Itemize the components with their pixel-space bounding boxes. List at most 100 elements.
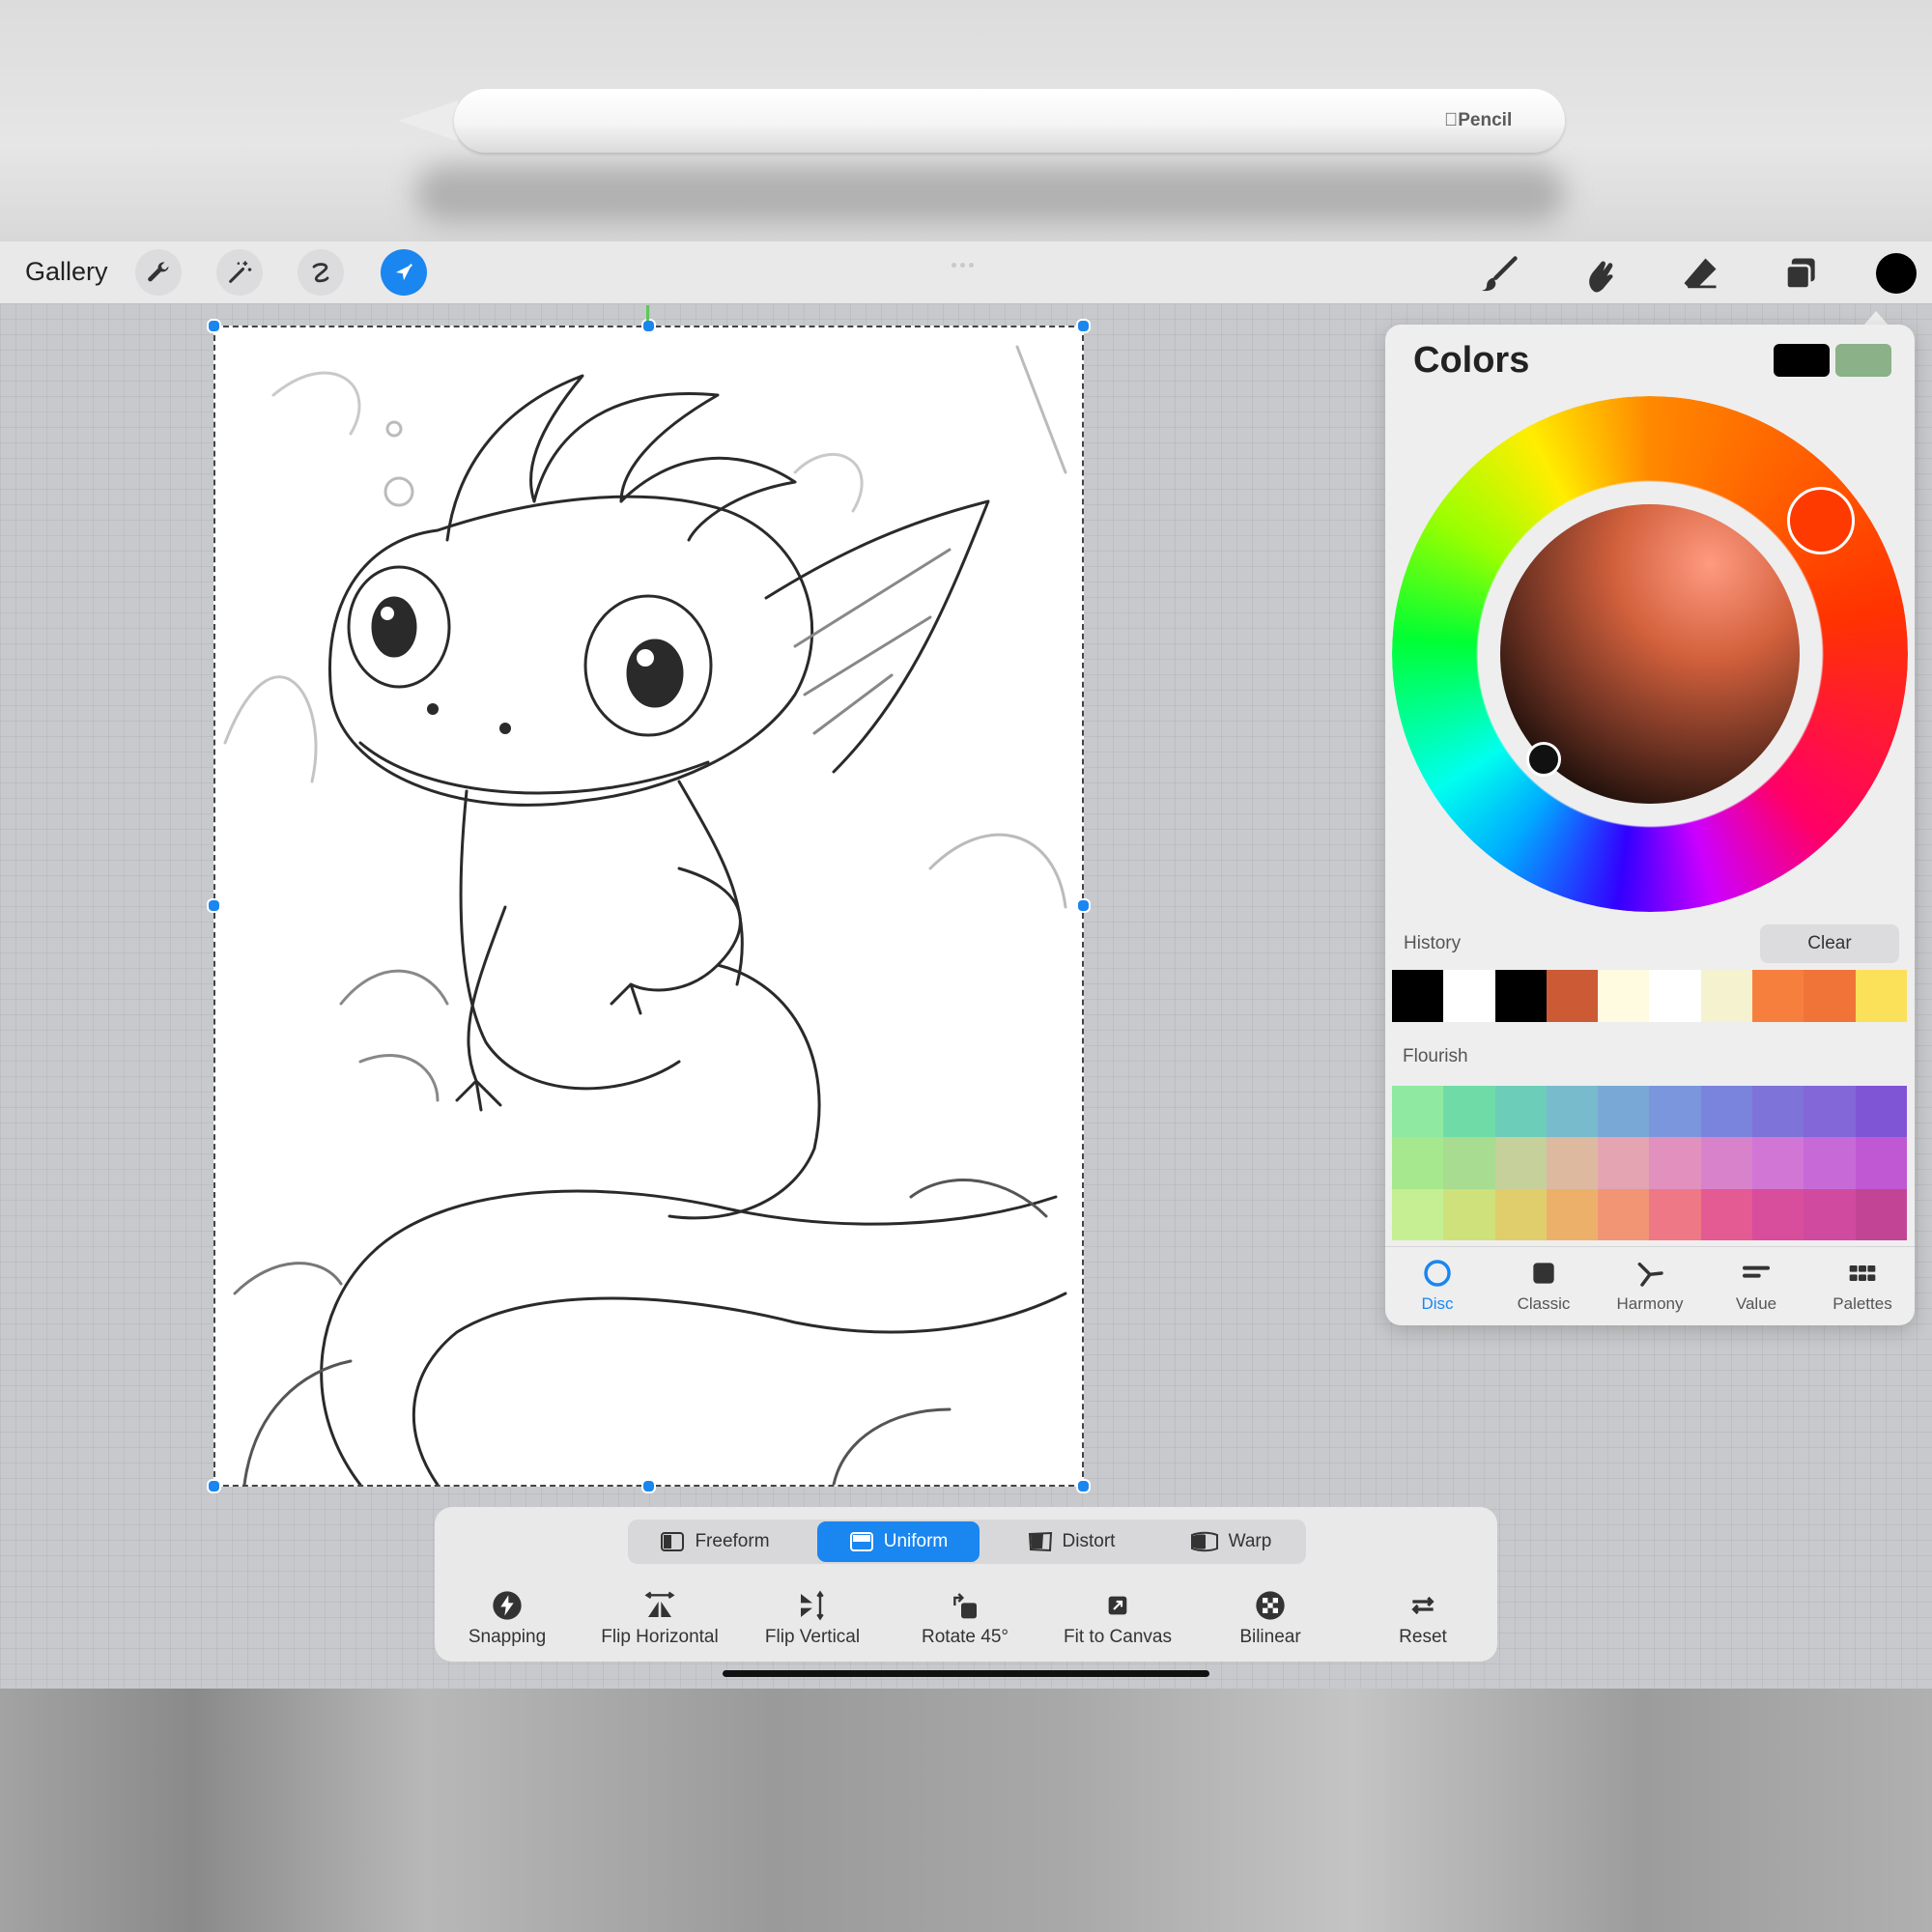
- palette-swatch[interactable]: [1392, 1188, 1444, 1240]
- palette-swatch[interactable]: [1546, 1137, 1599, 1189]
- bilinear-button[interactable]: Bilinear: [1198, 1590, 1343, 1648]
- palette-swatch[interactable]: [1752, 1086, 1804, 1138]
- handle-top-left[interactable]: [207, 319, 221, 333]
- palette-swatch[interactable]: [1546, 1188, 1599, 1240]
- handle-bottom-left[interactable]: [207, 1479, 221, 1493]
- flip-vertical-button[interactable]: Flip Vertical: [740, 1590, 885, 1648]
- reset-label: Reset: [1399, 1627, 1447, 1647]
- palette-swatch[interactable]: [1804, 1188, 1856, 1240]
- palette-swatch[interactable]: [1494, 1188, 1547, 1240]
- palette-swatch[interactable]: [1598, 1137, 1650, 1189]
- history-swatch[interactable]: [1649, 970, 1701, 1022]
- primary-color-swatch[interactable]: [1774, 344, 1830, 377]
- distort-icon: [1028, 1531, 1052, 1552]
- palette-swatch[interactable]: [1443, 1137, 1495, 1189]
- toolbar-grabber[interactable]: [952, 255, 980, 268]
- tab-classic[interactable]: Classic: [1495, 1258, 1592, 1314]
- history-swatch[interactable]: [1392, 970, 1444, 1022]
- history-swatch[interactable]: [1546, 970, 1599, 1022]
- palette-swatch[interactable]: [1649, 1137, 1701, 1189]
- secondary-color-swatch[interactable]: [1835, 344, 1891, 377]
- tab-harmony-label: Harmony: [1616, 1294, 1684, 1313]
- palette-swatch[interactable]: [1649, 1188, 1701, 1240]
- tab-uniform-label: Uniform: [883, 1531, 949, 1551]
- wrench-icon: [148, 262, 169, 282]
- palette-swatch[interactable]: [1598, 1188, 1650, 1240]
- palette-swatch[interactable]: [1649, 1086, 1701, 1138]
- tab-classic-label: Classic: [1517, 1294, 1571, 1313]
- handle-top-right[interactable]: [1076, 319, 1091, 333]
- flip-vertical-label: Flip Vertical: [764, 1627, 861, 1647]
- palette-swatch[interactable]: [1855, 1188, 1907, 1240]
- palette-swatch[interactable]: [1804, 1137, 1856, 1189]
- palette-swatch[interactable]: [1443, 1188, 1495, 1240]
- color-dot-button[interactable]: [1876, 253, 1917, 294]
- tab-harmony[interactable]: Harmony: [1602, 1258, 1698, 1314]
- history-swatch[interactable]: [1700, 970, 1753, 1022]
- artwork-canvas[interactable]: [213, 326, 1084, 1487]
- hue-picker-knob[interactable]: [1787, 487, 1855, 554]
- palette-swatch[interactable]: [1700, 1188, 1753, 1240]
- flip-horizontal-button[interactable]: Flip Horizontal: [587, 1590, 732, 1648]
- top-toolbar: [0, 242, 1932, 303]
- history-swatch[interactable]: [1855, 970, 1907, 1022]
- rotate-icon: [953, 1593, 977, 1619]
- colors-title: Colors: [1413, 340, 1530, 381]
- bilinear-label: Bilinear: [1239, 1627, 1301, 1647]
- palette-swatch[interactable]: [1494, 1086, 1547, 1138]
- palette-swatch[interactable]: [1443, 1086, 1495, 1138]
- fit-to-canvas-button[interactable]: Fit to Canvas: [1045, 1590, 1190, 1648]
- tab-value-label: Value: [1735, 1294, 1777, 1313]
- tab-freeform[interactable]: Freeform: [632, 1521, 798, 1562]
- handle-bottom-middle[interactable]: [641, 1479, 656, 1493]
- palette-swatch[interactable]: [1494, 1137, 1547, 1189]
- palette-swatch[interactable]: [1855, 1086, 1907, 1138]
- palette-swatch[interactable]: [1752, 1137, 1804, 1189]
- home-indicator[interactable]: [723, 1670, 1209, 1677]
- handle-middle-right[interactable]: [1076, 898, 1091, 913]
- brush-button[interactable]: [1478, 253, 1520, 300]
- palette-swatch[interactable]: [1700, 1086, 1753, 1138]
- tab-uniform[interactable]: Uniform: [817, 1521, 980, 1562]
- handle-middle-left[interactable]: [207, 898, 221, 913]
- history-swatch[interactable]: [1598, 970, 1650, 1022]
- pencil-brand: Pencil: [1444, 110, 1512, 131]
- palette-swatch[interactable]: [1598, 1086, 1650, 1138]
- magic-wand-button[interactable]: [216, 249, 263, 296]
- handle-bottom-right[interactable]: [1076, 1479, 1091, 1493]
- palette-swatch[interactable]: [1392, 1086, 1444, 1138]
- rotate-45-button[interactable]: Rotate 45°: [893, 1590, 1037, 1648]
- uniform-icon: [849, 1532, 873, 1551]
- tab-disc[interactable]: Disc: [1389, 1258, 1486, 1314]
- flip-horizontal-label: Flip Horizontal: [601, 1627, 719, 1647]
- history-swatch[interactable]: [1804, 970, 1856, 1022]
- palette-swatch[interactable]: [1392, 1137, 1444, 1189]
- gallery-button[interactable]: Gallery: [25, 257, 108, 287]
- handle-top-middle[interactable]: [641, 319, 656, 333]
- tab-warp[interactable]: Warp: [1163, 1521, 1298, 1562]
- saturation-picker-knob[interactable]: [1526, 742, 1561, 777]
- layers-button[interactable]: [1779, 253, 1822, 300]
- wrench-button[interactable]: [135, 249, 182, 296]
- palette-swatch[interactable]: [1546, 1086, 1599, 1138]
- transform-button[interactable]: [381, 249, 427, 296]
- palette-swatch[interactable]: [1700, 1137, 1753, 1189]
- clear-history-button[interactable]: Clear: [1760, 924, 1899, 963]
- reset-button[interactable]: Reset: [1350, 1590, 1495, 1648]
- tab-distort[interactable]: Distort: [999, 1521, 1144, 1562]
- selection-button[interactable]: [298, 249, 344, 296]
- history-swatch[interactable]: [1443, 970, 1495, 1022]
- eraser-button[interactable]: [1679, 253, 1721, 300]
- tab-value[interactable]: Value: [1708, 1258, 1804, 1314]
- palette-swatch[interactable]: [1752, 1188, 1804, 1240]
- history-swatch[interactable]: [1494, 970, 1547, 1022]
- palette-swatch[interactable]: [1804, 1086, 1856, 1138]
- history-swatch[interactable]: [1752, 970, 1804, 1022]
- snapping-button[interactable]: Snapping: [435, 1590, 580, 1648]
- tab-palettes[interactable]: Palettes: [1814, 1258, 1911, 1314]
- palette-swatch[interactable]: [1855, 1137, 1907, 1189]
- transform-arrow-icon: [395, 264, 412, 281]
- smudge-button[interactable]: [1578, 253, 1621, 300]
- pencil-tip: [398, 100, 458, 141]
- rotation-handle[interactable]: [646, 305, 649, 321]
